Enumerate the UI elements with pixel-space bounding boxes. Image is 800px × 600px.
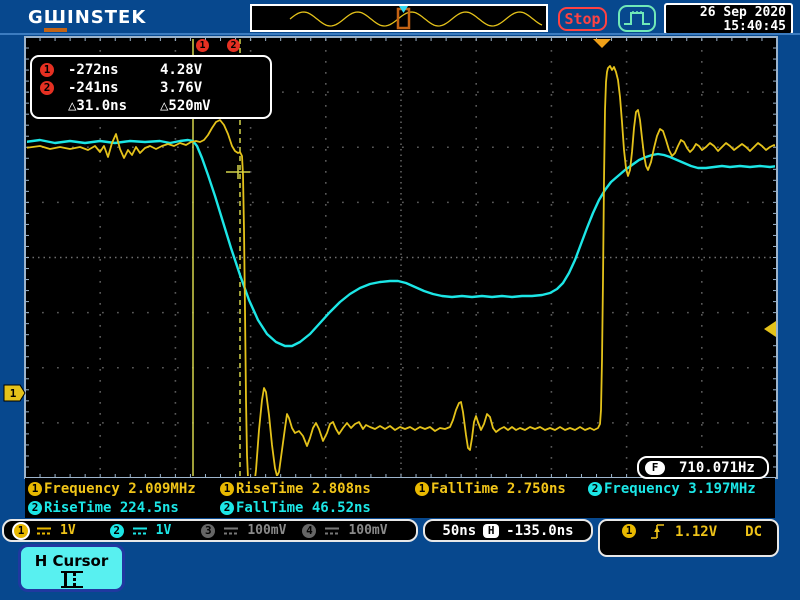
trigger-frequency-value: 710.071Hz [679, 460, 755, 476]
ch1-badge-icon: 1 [415, 482, 429, 496]
cursor-delta-volt: △520mV [150, 98, 211, 114]
channel-2-status[interactable]: 2 1V [110, 523, 172, 538]
channel-3-badge-icon: 3 [201, 524, 215, 538]
cursor2-volt: 3.76V [150, 80, 202, 96]
date-text: 26 Sep 2020 [666, 6, 786, 20]
channel-1-badge-icon: 1 [14, 524, 28, 538]
ch1-badge-icon: 1 [28, 482, 42, 496]
cursor2-badge-icon: 2 [40, 81, 54, 95]
cursor-delta-row: △31.0ns △520mV [40, 97, 270, 115]
cursor-row-2: 2 -241ns 3.76V [40, 79, 270, 97]
timebase-position: -135.0ns [506, 523, 573, 539]
h-cursor-label: H Cursor [21, 552, 122, 570]
meas-ch1-frequency: 1 Frequency 2.009MHz [28, 480, 196, 497]
channel-1-status[interactable]: 1 1V [14, 523, 76, 538]
trigger-frequency-badge: F 710.071Hz [637, 456, 769, 479]
cursor1-time: -272ns [54, 62, 150, 78]
rising-edge-icon [650, 523, 665, 540]
preview-waveform-icon [252, 6, 546, 30]
channel-2-badge-icon: 2 [110, 524, 124, 538]
pulse-trigger-icon[interactable] [618, 5, 656, 32]
header-divider [0, 33, 800, 35]
meas-ch2-falltime: 2 FallTime 46.52ns [220, 499, 371, 516]
channel-4-badge-icon: 4 [302, 524, 316, 538]
h-cursor-icon [61, 571, 83, 588]
svg-text:1: 1 [10, 387, 17, 400]
meas-ch2-risetime: 2 RiseTime 224.5ns [28, 499, 179, 516]
meas-ch2-frequency: 2 Frequency 3.197MHz [588, 480, 756, 497]
channel-status-bar: 1 1V 2 1V 3 100mV 4 100mV [2, 519, 418, 542]
f-icon: F [645, 461, 665, 475]
cursor2-time: -241ns [54, 80, 150, 96]
logo-sha: Ш [44, 7, 67, 32]
timebase-status[interactable]: 50ns H -135.0ns [423, 519, 593, 542]
datetime-display: 26 Sep 2020 15:40:45 [664, 3, 793, 35]
cursor-delta-time: △31.0ns [40, 98, 150, 114]
channel-3-status[interactable]: 3 100mV [201, 523, 286, 538]
cursor-readout-panel: 1 -272ns 4.28V 2 -241ns 3.76V △31.0ns △5… [30, 55, 272, 119]
stop-button[interactable]: Stop [558, 7, 607, 31]
ch2-badge-icon: 2 [220, 501, 234, 515]
trigger-status[interactable]: 1 1.12V DC [598, 519, 779, 557]
logo-g: G [28, 7, 44, 28]
cursor-row-1: 1 -272ns 4.28V [40, 61, 270, 79]
cursor2-top-marker[interactable]: 2 [227, 39, 240, 52]
cursor1-badge-icon: 1 [40, 63, 54, 77]
oscilloscope-screen: { "header": { "logo_g": "G", "logo_sha":… [0, 0, 800, 600]
trigger-level: 1.12V [675, 524, 717, 540]
ch1-badge-icon: 1 [220, 482, 234, 496]
time-text: 15:40:45 [666, 20, 786, 34]
dc-coupling-icon [324, 526, 340, 536]
dc-coupling-icon [223, 526, 239, 536]
cursor1-top-marker[interactable]: 1 [196, 39, 209, 52]
gwinstek-logo: GШINSTEK [28, 7, 146, 28]
ch2-badge-icon: 2 [28, 501, 42, 515]
meas-ch1-falltime: 1 FallTime 2.750ns [415, 480, 566, 497]
dc-coupling-icon [132, 526, 148, 536]
cursor1-volt: 4.28V [150, 62, 202, 78]
trigger-coupling: DC [745, 524, 762, 540]
meas-ch1-risetime: 1 RiseTime 2.808ns [220, 480, 371, 497]
dc-coupling-icon [36, 526, 52, 536]
channel-4-status[interactable]: 4 100mV [302, 523, 387, 538]
ch2-badge-icon: 2 [588, 482, 602, 496]
waveform-preview-bar [250, 4, 548, 32]
h-cursor-button[interactable]: H Cursor [18, 544, 125, 592]
horizontal-position-icon: H [483, 524, 499, 538]
timebase-scale: 50ns [442, 523, 476, 539]
logo-rest: INSTEK [67, 7, 146, 28]
trigger-source-badge-icon: 1 [622, 524, 636, 538]
